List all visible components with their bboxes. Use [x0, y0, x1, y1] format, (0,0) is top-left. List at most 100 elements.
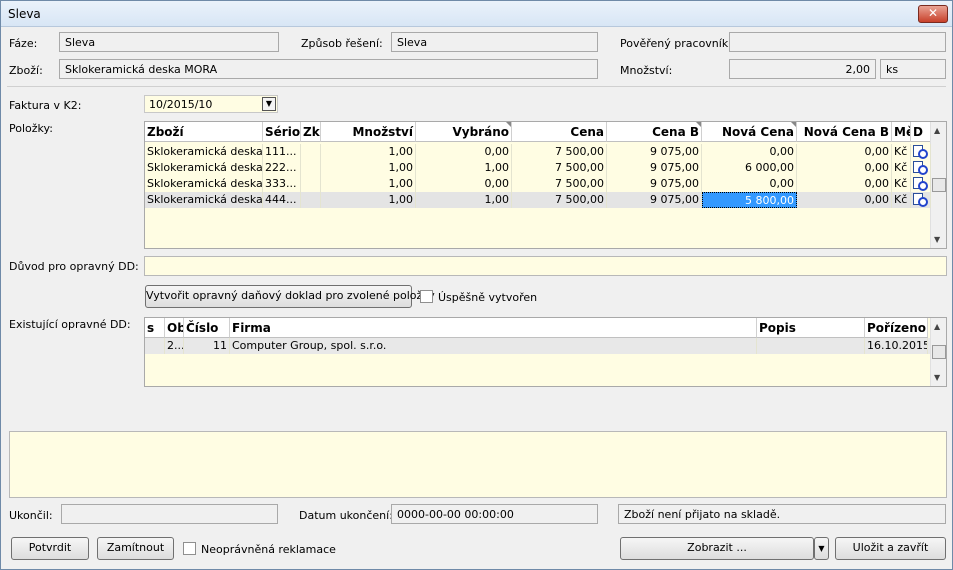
cell-zkr — [301, 176, 321, 192]
existujici-grid[interactable]: s Ob Číslo Firma Popis Pořízeno 2... 11 … — [144, 317, 947, 387]
cell-nova-cena: 6 000,00 — [702, 160, 797, 176]
scroll-thumb[interactable] — [932, 345, 946, 359]
table-row[interactable]: Sklokeramická deska ...222...1,001,007 5… — [145, 160, 931, 176]
faktura-combo[interactable]: 10/2015/10 ▼ — [144, 95, 278, 113]
col-header-seriove[interactable]: Sériov — [263, 122, 301, 142]
existujici-scrollbar[interactable]: ▲ ▼ — [930, 318, 946, 386]
faktura-value: 10/2015/10 — [149, 98, 213, 111]
document-icon[interactable] — [913, 193, 928, 207]
col-header-nova-cena[interactable]: Nová Cena — [702, 122, 797, 142]
cell-popis — [757, 338, 865, 354]
chevron-down-icon[interactable]: ▼ — [262, 97, 276, 111]
col-header-cena-b[interactable]: Cena B — [607, 122, 702, 142]
cell-mnozstvi: 1,00 — [321, 144, 416, 160]
cell-zbozi: Sklokeramická deska ... — [147, 192, 263, 208]
col-header-zkr[interactable]: Zkr — [301, 122, 321, 142]
polozky-label: Položky: — [9, 122, 53, 135]
scroll-down-icon[interactable]: ▼ — [934, 373, 940, 382]
table-row[interactable]: Sklokeramická deska ...111...1,000,007 5… — [145, 144, 931, 160]
cell-mena: Kč — [892, 192, 911, 208]
povereny-field — [729, 32, 946, 52]
vytvorit-doklad-button[interactable]: Vytvořit opravný daňový doklad pro zvole… — [145, 285, 435, 308]
faze-field: Sleva — [59, 32, 279, 52]
neopravnena-checkbox[interactable] — [183, 542, 196, 555]
cell-nova-cena: 0,00 — [702, 144, 797, 160]
col-header-cena[interactable]: Cena — [512, 122, 607, 142]
potvrdit-button[interactable]: Potvrdit — [11, 537, 89, 560]
cell-cena: 7 500,00 — [512, 144, 607, 160]
col-header-mnozstvi[interactable]: Množství — [321, 122, 416, 142]
datum-ukonceni-label: Datum ukončení: — [299, 509, 393, 522]
cell-doc[interactable] — [911, 192, 931, 208]
table-row[interactable]: Sklokeramická deska ...444...1,001,007 5… — [145, 192, 931, 208]
cell-doc[interactable] — [911, 176, 931, 192]
scroll-up-icon[interactable]: ▲ — [934, 322, 940, 331]
cell-zkr — [301, 160, 321, 176]
ulozit-zavrit-button[interactable]: Uložit a zavřít — [835, 537, 946, 560]
cell-nova-cena-b: 0,00 — [797, 144, 892, 160]
col-header-ob[interactable]: Ob — [165, 318, 184, 338]
cell-nova-cena: 5 800,00 — [702, 192, 797, 208]
mnozstvi-unit: ks — [880, 59, 946, 79]
col-header-porizeno[interactable]: Pořízeno — [865, 318, 928, 338]
ukoncil-label: Ukončil: — [9, 509, 53, 522]
close-button[interactable]: ✕ — [918, 5, 948, 23]
col-header-vybrano[interactable]: Vybráno — [416, 122, 512, 142]
cell-mnozstvi: 1,00 — [321, 192, 416, 208]
zbozi-label: Zboží: — [9, 64, 43, 77]
col-header-d[interactable]: D — [911, 122, 931, 142]
uspesne-checkbox[interactable] — [420, 290, 433, 303]
scroll-up-icon[interactable]: ▲ — [934, 126, 940, 135]
col-header-mena[interactable]: Mě — [892, 122, 911, 142]
cell-vybrano: 1,00 — [416, 192, 512, 208]
col-header-zbozi[interactable]: Zboží — [145, 122, 263, 142]
cell-vybrano: 1,00 — [416, 160, 512, 176]
note-area[interactable] — [9, 431, 947, 498]
zpusob-label: Způsob řešení: — [301, 37, 383, 50]
table-row[interactable]: Sklokeramická deska ...333...1,000,007 5… — [145, 176, 931, 192]
cell-seriove: 111... — [263, 144, 301, 160]
datum-ukonceni-field: 0000-00-00 00:00:00 — [391, 504, 598, 524]
title-bar: Sleva ✕ — [1, 1, 952, 27]
duvod-label: Důvod pro opravný DD: — [9, 260, 139, 273]
cell-seriove: 444... — [263, 192, 301, 208]
col-header-firma[interactable]: Firma — [230, 318, 757, 338]
cell-zkr — [301, 144, 321, 160]
faktura-label: Faktura v K2: — [9, 99, 82, 112]
cell-nova-cena-b: 0,00 — [797, 192, 892, 208]
cell-seriove: 333... — [263, 176, 301, 192]
polozky-grid[interactable]: Zboží Sériov Zkr Množství Vybráno Cena C… — [144, 121, 947, 249]
duvod-input[interactable] — [144, 256, 947, 276]
polozky-scrollbar[interactable]: ▲ ▼ — [930, 122, 946, 248]
zamitnout-button[interactable]: Zamítnout — [97, 537, 174, 560]
zbozi-field: Sklokeramická deska MORA — [59, 59, 598, 79]
zpusob-field: Sleva — [391, 32, 598, 52]
faze-label: Fáze: — [9, 37, 38, 50]
scroll-thumb[interactable] — [932, 178, 946, 192]
cell-mena: Kč — [892, 176, 911, 192]
col-header-nova-cena-b[interactable]: Nová Cena B — [797, 122, 892, 142]
col-header-s[interactable]: s — [145, 318, 165, 338]
cell-zbozi: Sklokeramická deska ... — [147, 176, 263, 192]
cell-seriove: 222... — [263, 160, 301, 176]
dialog-window: Sleva ✕ Fáze: Sleva Způsob řešení: Sleva… — [0, 0, 953, 570]
col-header-cislo[interactable]: Číslo — [184, 318, 230, 338]
cell-ob: 2... — [167, 338, 184, 354]
scroll-down-icon[interactable]: ▼ — [934, 235, 940, 244]
cell-firma: Computer Group, spol. s.r.o. — [230, 338, 757, 354]
zobrazit-dropdown-button[interactable]: ▼ — [814, 537, 829, 560]
cell-nova-cena: 0,00 — [702, 176, 797, 192]
col-header-popis[interactable]: Popis — [757, 318, 865, 338]
ukoncil-field — [61, 504, 278, 524]
window-title: Sleva — [8, 7, 41, 21]
cell-doc[interactable] — [911, 144, 931, 160]
zobrazit-button[interactable]: Zobrazit ... — [620, 537, 814, 560]
cell-vybrano: 0,00 — [416, 144, 512, 160]
mnozstvi-label: Množství: — [620, 64, 673, 77]
table-row[interactable]: 2... 11 Computer Group, spol. s.r.o. 16.… — [145, 338, 930, 354]
cell-mena: Kč — [892, 144, 911, 160]
document-icon[interactable] — [913, 161, 928, 175]
document-icon[interactable] — [913, 145, 928, 159]
cell-doc[interactable] — [911, 160, 931, 176]
document-icon[interactable] — [913, 177, 928, 191]
